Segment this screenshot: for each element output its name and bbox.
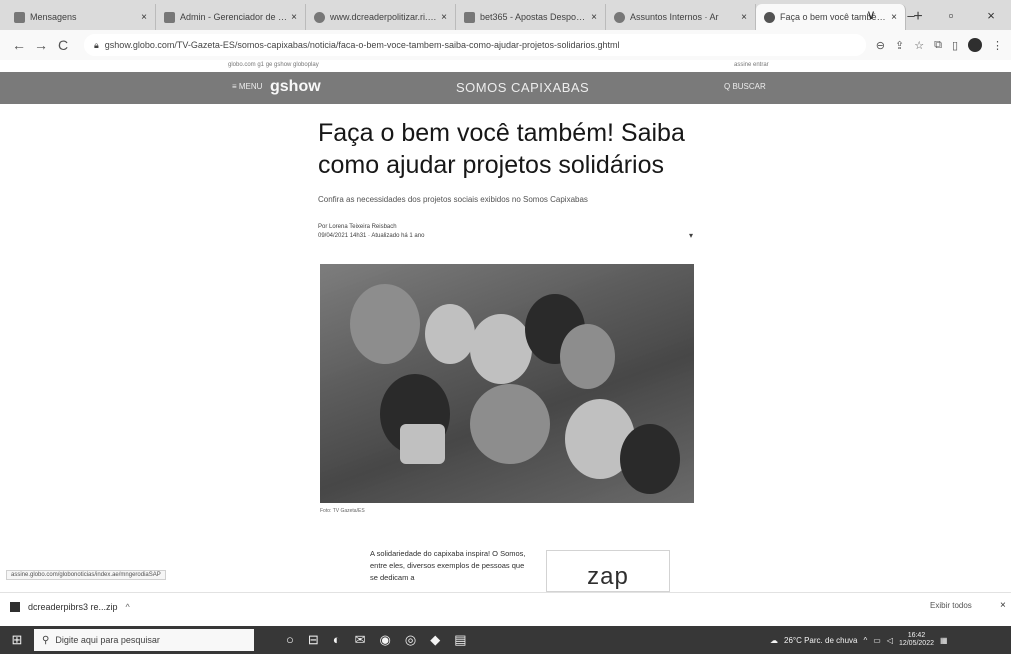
edge-icon[interactable]: ◐ xyxy=(333,632,341,648)
taskbar-apps: ○ ⊟ ◐ ✉ ◉ ◎ ◆ ▤ xyxy=(286,632,467,648)
extensions-icon[interactable]: ⧉ xyxy=(934,39,942,52)
weather-text[interactable]: 26°C Parc. de chuva xyxy=(784,636,857,645)
byline: Por Lorena Teixeira Reisbach 09/04/2021 … xyxy=(318,223,424,241)
star-icon[interactable]: ☆ xyxy=(914,39,924,52)
profile-avatar[interactable] xyxy=(968,38,982,52)
globo-links[interactable]: globo.com g1 ge gshow globoplay xyxy=(228,62,319,68)
article-headline: Faça o bem você também! Saiba como ajuda… xyxy=(318,119,685,179)
photo-shape xyxy=(350,284,420,364)
zoom-icon[interactable]: ⊖ xyxy=(876,39,885,52)
maximize-button[interactable]: ▫ xyxy=(931,8,971,23)
doc-icon xyxy=(164,11,175,23)
tab-search-button[interactable]: ∨ xyxy=(851,7,891,23)
close-window-button[interactable]: × xyxy=(971,8,1011,23)
chevron-up-icon[interactable]: ^ xyxy=(126,602,130,612)
status-url-tooltip: assine.globo.com/globonoticias/index.ae/… xyxy=(6,570,166,580)
article-header: Faça o bem você também! Saiba como ajuda… xyxy=(318,117,698,204)
downloads-bar: dcreaderpibrs3 re...zip ^ Exibir todos × xyxy=(0,592,1011,620)
forward-button[interactable]: → xyxy=(30,37,52,53)
cortana-icon[interactable]: ○ xyxy=(286,632,294,648)
zip-file-icon xyxy=(10,601,20,612)
share-dropdown-icon[interactable]: ▾ xyxy=(689,231,693,240)
close-icon[interactable]: × xyxy=(141,12,147,23)
clock-time: 16:42 xyxy=(907,632,926,639)
chevron-up-icon[interactable]: ^ xyxy=(863,636,867,645)
advertisement[interactable]: zap xyxy=(546,550,670,592)
kebab-menu-icon[interactable]: ⋮ xyxy=(992,39,1003,52)
share-icon[interactable]: ⇪ xyxy=(895,39,904,52)
url-text: gshow.globo.com/TV-Gazeta-ES/somos-capix… xyxy=(104,40,620,50)
globe-icon xyxy=(314,11,325,23)
browser-window: Mensagens × Admin - Gerenciador de Cont … xyxy=(0,0,1011,654)
app-icon[interactable]: ◉ xyxy=(380,632,391,648)
close-icon[interactable]: × xyxy=(591,12,597,23)
minimize-button[interactable]: – xyxy=(891,8,931,23)
clock-date: 12/05/2022 xyxy=(898,640,934,647)
tab-assuntos[interactable]: Assuntos Internos · Ar × xyxy=(606,4,756,30)
window-controls: ∨ – ▫ × xyxy=(851,0,1011,30)
chat-icon xyxy=(14,11,25,23)
account-links[interactable]: assine entrar xyxy=(734,62,769,68)
windows-taskbar: ⊞ ⚲ Digite aqui para pesquisar ○ ⊟ ◐ ✉ ◉… xyxy=(0,626,1011,654)
mail-icon[interactable]: ✉ xyxy=(355,632,366,648)
taskbar-search-placeholder: Digite aqui para pesquisar xyxy=(55,635,160,645)
close-downloads-button[interactable]: × xyxy=(1000,600,1006,611)
tab-admin[interactable]: Admin - Gerenciador de Cont × xyxy=(156,4,306,30)
download-item[interactable]: dcreaderpibrs3 re...zip xyxy=(28,602,118,612)
notifications-icon[interactable]: ▦ xyxy=(940,636,948,645)
photo-shape xyxy=(470,314,532,384)
photo-shape xyxy=(620,424,680,494)
search-button[interactable]: Q BUSCAR xyxy=(724,82,766,91)
grid-icon xyxy=(464,11,475,23)
tab-dcreader[interactable]: www.dcreaderpolitizar.ri.gov.b × xyxy=(306,4,456,30)
menu-button[interactable]: ≡ MENU xyxy=(232,82,262,91)
globo-icon xyxy=(764,11,775,23)
tab-bet365[interactable]: bet365 - Apostas Desportivas × xyxy=(456,4,606,30)
toolbar-icons: ⊖ ⇪ ☆ ⧉ ▯ ⋮ xyxy=(876,38,1003,52)
photo-shape xyxy=(400,424,445,464)
photo-shape xyxy=(470,384,550,464)
search-icon: ⚲ xyxy=(42,634,50,646)
taskbar-search[interactable]: ⚲ Digite aqui para pesquisar xyxy=(34,629,254,651)
close-icon[interactable]: × xyxy=(741,12,747,23)
lock-icon: 🔒︎ xyxy=(94,39,99,50)
tab-mensagens[interactable]: Mensagens × xyxy=(6,4,156,30)
volume-icon[interactable]: ◁ xyxy=(887,636,893,645)
gshow-header: ≡ MENU gshow SOMOS CAPIXABAS Q BUSCAR xyxy=(0,72,1011,104)
globe-icon xyxy=(614,11,625,23)
gshow-logo[interactable]: gshow xyxy=(270,78,321,96)
article-photo xyxy=(320,264,694,503)
ad-logo: zap xyxy=(587,563,629,590)
chrome-icon[interactable]: ◎ xyxy=(405,632,416,648)
photo-shape xyxy=(425,304,475,364)
windows-start-icon[interactable]: ⊞ xyxy=(0,632,34,648)
byline-date: 09/04/2021 14h31 · Atualizado há 1 ano xyxy=(318,233,425,239)
photo-shape xyxy=(560,324,615,389)
photo-caption: Foto: TV Gazeta/ES xyxy=(320,508,365,514)
weather-icon: ☁ xyxy=(770,635,778,645)
tab-strip: Mensagens × Admin - Gerenciador de Cont … xyxy=(0,0,1011,30)
article-body: A solidariedade do capixaba inspira! O S… xyxy=(370,549,526,582)
show-all-button[interactable]: Exibir todos xyxy=(930,601,972,610)
navigation-bar: ← → C 🔒︎ gshow.globo.com/TV-Gazeta-ES/so… xyxy=(0,30,1011,60)
reload-button[interactable]: C xyxy=(52,37,74,53)
address-bar[interactable]: 🔒︎ gshow.globo.com/TV-Gazeta-ES/somos-ca… xyxy=(84,34,866,56)
clock[interactable]: 16:42 12/05/2022 xyxy=(899,632,934,648)
close-icon[interactable]: × xyxy=(441,12,447,23)
task-view-icon[interactable]: ⊟ xyxy=(308,632,319,648)
close-icon[interactable]: × xyxy=(291,12,297,23)
back-button[interactable]: ← xyxy=(8,37,30,53)
article-subhead: Confira as necessidades dos projetos soc… xyxy=(318,195,588,204)
byline-author: Por Lorena Teixeira Reisbach xyxy=(318,224,397,230)
section-title[interactable]: SOMOS CAPIXABAS xyxy=(456,80,589,95)
sidebar-icon[interactable]: ▯ xyxy=(952,39,958,52)
system-tray: ☁ 26°C Parc. de chuva ^ ▭ ◁ 16:42 12/05/… xyxy=(770,626,948,654)
network-icon[interactable]: ▭ xyxy=(873,636,881,645)
app-icon[interactable]: ◆ xyxy=(430,632,440,648)
globo-top-bar: globo.com g1 ge gshow globoplay assine e… xyxy=(0,60,1011,72)
file-icon[interactable]: ▤ xyxy=(454,632,466,648)
